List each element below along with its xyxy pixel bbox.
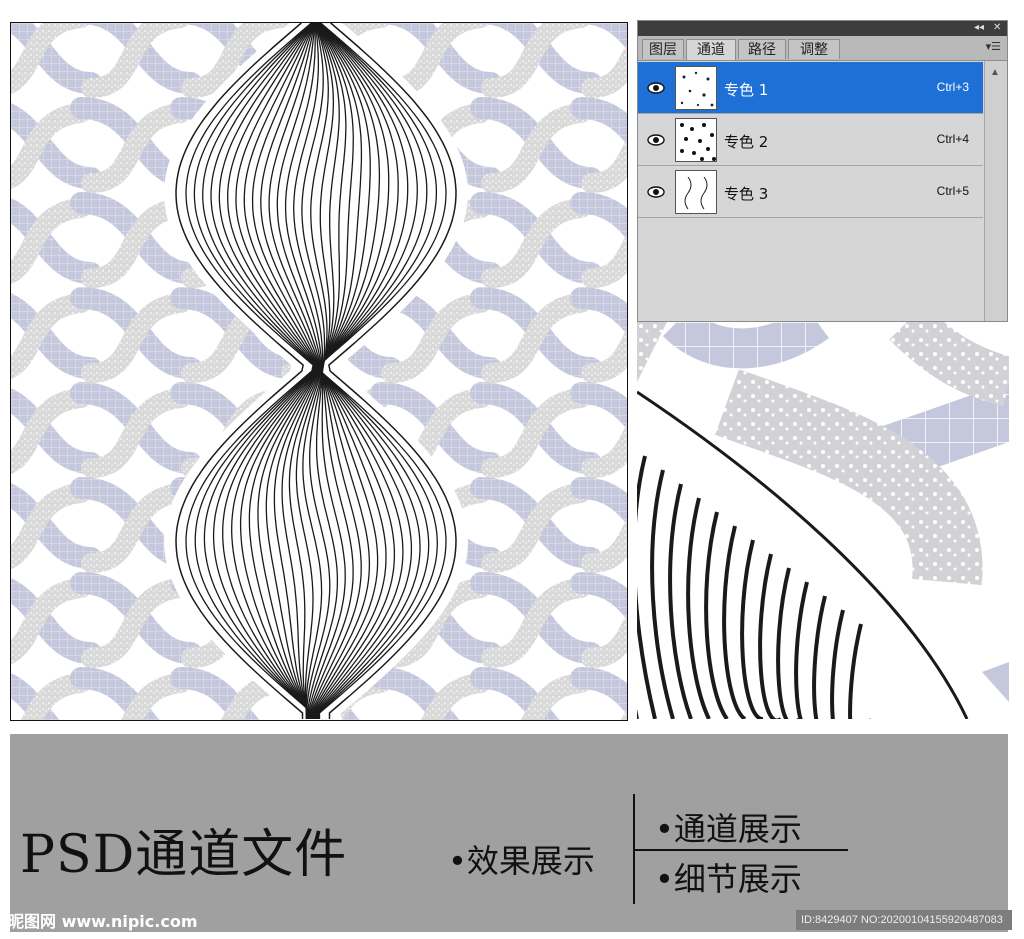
panel-menu-icon[interactable]: ▾☰	[986, 40, 1001, 53]
eye-icon[interactable]	[646, 78, 666, 98]
channel-shortcut: Ctrl+5	[936, 184, 969, 198]
eye-icon[interactable]	[646, 182, 666, 202]
panel-scrollbar[interactable]: ▲	[984, 61, 1007, 321]
channel-row-spot3[interactable]: 专色 3 Ctrl+5	[638, 166, 983, 218]
close-icon[interactable]: ✕	[993, 22, 1001, 34]
effect-label: •效果展示	[448, 842, 595, 880]
scroll-up-icon[interactable]: ▲	[990, 67, 1000, 78]
pattern-canvas	[11, 23, 627, 720]
channel-name: 专色 3	[724, 185, 769, 203]
channel-shortcut: Ctrl+3	[936, 80, 969, 94]
collapse-icon[interactable]: ◂◂	[974, 22, 984, 34]
pattern-preview	[10, 22, 628, 721]
channel-thumbnail	[675, 118, 717, 162]
watermark-logo: 昵图网 www.nipic.com	[8, 912, 198, 931]
channel-row-spot1[interactable]: 专色 1 Ctrl+3	[638, 62, 983, 114]
detail-canvas	[637, 322, 1009, 719]
watermark-id: ID:8429407 NO:20200104155920487083	[796, 910, 1012, 930]
panel-titlebar: ◂◂ ✕	[638, 21, 1007, 36]
channels-panel: ◂◂ ✕ 图层 通道 路径 调整 ▾☰ 专色 1 Ctrl+3 专色 2 Ctr…	[637, 20, 1008, 322]
channel-thumbnail	[675, 66, 717, 110]
channel-name: 专色 1	[724, 81, 769, 99]
detail-view	[637, 322, 1009, 719]
tab-channels[interactable]: 通道	[686, 39, 736, 60]
channel-row-spot2[interactable]: 专色 2 Ctrl+4	[638, 114, 983, 166]
channel-name: 专色 2	[724, 133, 769, 151]
channel-shortcut: Ctrl+4	[936, 132, 969, 146]
tab-adjustments[interactable]: 调整	[788, 39, 840, 59]
panel-tabs: 图层 通道 路径 调整 ▾☰	[638, 36, 1007, 61]
detail-pattern	[637, 322, 1009, 719]
eye-icon[interactable]	[646, 130, 666, 150]
channel-label: •通道展示	[655, 810, 802, 848]
detail-label: •细节展示	[655, 860, 802, 898]
tab-paths[interactable]: 路径	[738, 39, 786, 59]
banner-title: PSD通道文件	[20, 825, 348, 885]
bottom-banner: PSD通道文件 •效果展示 •通道展示 •细节展示	[10, 734, 1008, 932]
tab-layers[interactable]: 图层	[642, 39, 684, 59]
channel-thumbnail	[675, 170, 717, 214]
